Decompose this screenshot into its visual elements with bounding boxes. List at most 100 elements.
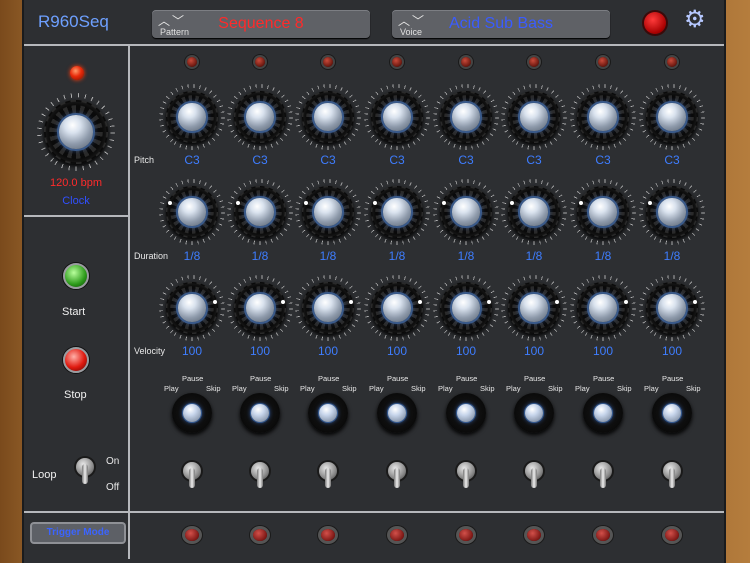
step-1-velocity-knob[interactable]: [166, 282, 218, 334]
clock-label[interactable]: Clock: [24, 195, 128, 207]
step-5-skip-label: Skip: [480, 384, 495, 393]
step-7-pitch-value: C3: [595, 153, 611, 167]
step-8-velocity-knob[interactable]: [646, 282, 698, 334]
step-2-mode-knob[interactable]: [240, 393, 280, 433]
step-2-duration-indicator: [236, 201, 240, 205]
stop-label: Stop: [64, 389, 87, 401]
step-3-pitch-knob[interactable]: [302, 91, 354, 143]
trigger-mode-button[interactable]: Trigger Mode: [32, 524, 124, 542]
step-4-pitch-knob[interactable]: [371, 91, 423, 143]
step-7-mode-knob[interactable]: [583, 393, 623, 433]
sequencer-panel: R960Seq ︿﹀ Pattern Sequence 8 ︿﹀ Voice A…: [22, 0, 726, 563]
step-5-pitch-knob[interactable]: [440, 91, 492, 143]
pattern-selector[interactable]: ︿﹀ Pattern Sequence 8: [152, 10, 370, 38]
step-4-duration-knob[interactable]: [371, 186, 423, 238]
step-8-duration-knob[interactable]: [646, 186, 698, 238]
step-5-trigger-led[interactable]: [459, 529, 473, 541]
step-3-velocity-knob[interactable]: [302, 282, 354, 334]
step-1-trigger-led[interactable]: [185, 529, 199, 541]
step-3-duration-value: 1/8: [319, 249, 337, 263]
step-7-toggle-switch[interactable]: [594, 462, 612, 488]
step-6-velocity-indicator: [555, 300, 559, 304]
step-2-velocity-value: 100: [249, 344, 271, 358]
step-7-indicator-led: [598, 57, 608, 67]
voice-selector[interactable]: ︿﹀ Voice Acid Sub Bass: [392, 10, 610, 38]
step-6-trigger-led[interactable]: [527, 529, 541, 541]
step-1-mode-knob[interactable]: [172, 393, 212, 433]
step-4-duration-value: 1/8: [388, 249, 406, 263]
step-2-pitch-knob[interactable]: [234, 91, 286, 143]
step-1-duration-value: 1/8: [183, 249, 201, 263]
step-8-toggle-switch[interactable]: [663, 462, 681, 488]
start-button[interactable]: [63, 263, 89, 289]
power-icon[interactable]: [644, 12, 666, 34]
step-3-velocity-value: 100: [317, 344, 339, 358]
loop-toggle[interactable]: [76, 458, 94, 484]
step-8-trigger-led[interactable]: [665, 529, 679, 541]
step-4-mode-knob[interactable]: [377, 393, 417, 433]
step-7-velocity-knob[interactable]: [577, 282, 629, 334]
step-8-pitch-knob[interactable]: [646, 91, 698, 143]
step-1-duration-knob[interactable]: [166, 186, 218, 238]
step-7-pitch-knob[interactable]: [577, 91, 629, 143]
step-3-velocity-indicator: [349, 300, 353, 304]
step-3-pitch-value: C3: [320, 153, 336, 167]
loop-label: Loop: [32, 469, 57, 481]
step-6-indicator-led: [529, 57, 539, 67]
step-5-play-label: Play: [438, 384, 453, 393]
step-3-toggle-switch[interactable]: [319, 462, 337, 488]
step-4-toggle-switch[interactable]: [388, 462, 406, 488]
start-label: Start: [62, 306, 86, 318]
step-3-duration-knob[interactable]: [302, 186, 354, 238]
step-1-pitch-value: C3: [184, 153, 200, 167]
step-8-mode-knob[interactable]: [652, 393, 692, 433]
step-1-pause-label: Pause: [182, 374, 204, 383]
step-1-velocity-value: 100: [181, 344, 203, 358]
step-5-toggle-switch[interactable]: [457, 462, 475, 488]
step-4-pitch-value: C3: [389, 153, 405, 167]
step-1-toggle-switch[interactable]: [183, 462, 201, 488]
stop-button[interactable]: [63, 347, 89, 373]
step-2-toggle-switch[interactable]: [251, 462, 269, 488]
step-6-velocity-knob[interactable]: [508, 282, 560, 334]
step-5-indicator-led: [461, 57, 471, 67]
step-4-trigger-led[interactable]: [390, 529, 404, 541]
step-4-pause-label: Pause: [387, 374, 409, 383]
step-6-duration-value: 1/8: [525, 249, 543, 263]
step-7-pause-label: Pause: [593, 374, 615, 383]
step-4-play-label: Play: [369, 384, 384, 393]
step-8-duration-value: 1/8: [663, 249, 681, 263]
step-1-pitch-knob[interactable]: [166, 91, 218, 143]
step-6-velocity-value: 100: [523, 344, 545, 358]
step-3-skip-label: Skip: [342, 384, 357, 393]
step-2-trigger-led[interactable]: [253, 529, 267, 541]
step-3-trigger-led[interactable]: [321, 529, 335, 541]
loop-on-label: On: [106, 456, 120, 467]
step-3-indicator-led: [323, 57, 333, 67]
step-3-play-label: Play: [300, 384, 315, 393]
step-5-duration-knob[interactable]: [440, 186, 492, 238]
step-2-pause-label: Pause: [250, 374, 272, 383]
step-6-toggle-switch[interactable]: [525, 462, 543, 488]
step-2-velocity-knob[interactable]: [234, 282, 286, 334]
step-3-mode-knob[interactable]: [308, 393, 348, 433]
step-6-duration-knob[interactable]: [508, 186, 560, 238]
step-5-velocity-value: 100: [455, 344, 477, 358]
step-6-duration-indicator: [510, 201, 514, 205]
step-1-indicator-led: [187, 57, 197, 67]
tempo-knob[interactable]: [44, 100, 108, 164]
gear-icon[interactable]: ⚙: [684, 8, 706, 32]
loop-off-label: Off: [106, 482, 120, 493]
step-2-duration-value: 1/8: [251, 249, 269, 263]
step-4-velocity-knob[interactable]: [371, 282, 423, 334]
step-5-velocity-knob[interactable]: [440, 282, 492, 334]
step-6-skip-label: Skip: [548, 384, 563, 393]
step-2-duration-knob[interactable]: [234, 186, 286, 238]
step-4-duration-indicator: [373, 201, 377, 205]
step-7-trigger-led[interactable]: [596, 529, 610, 541]
step-7-duration-knob[interactable]: [577, 186, 629, 238]
step-5-mode-knob[interactable]: [446, 393, 486, 433]
left-column-divider: [128, 44, 130, 559]
step-6-mode-knob[interactable]: [514, 393, 554, 433]
step-6-pitch-knob[interactable]: [508, 91, 560, 143]
